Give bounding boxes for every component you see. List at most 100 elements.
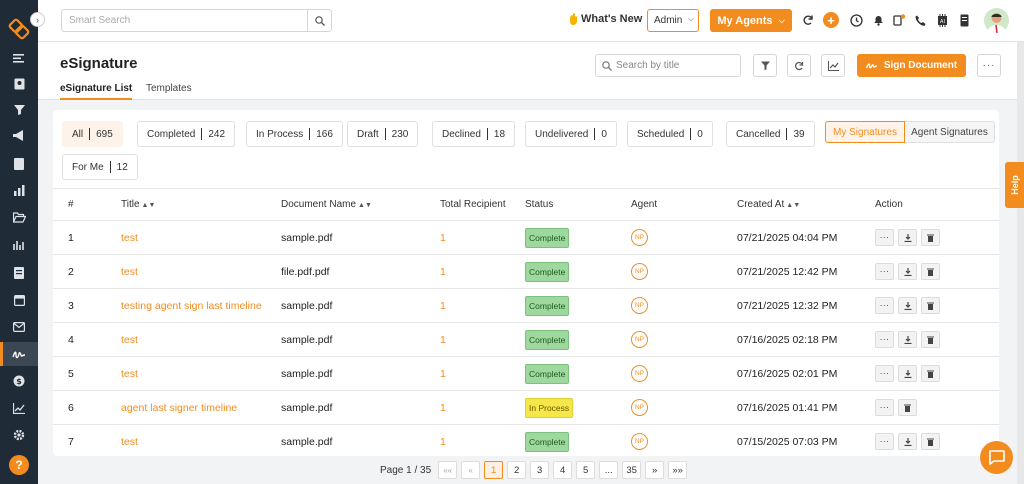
- delete-button[interactable]: [898, 399, 917, 416]
- filter-button[interactable]: [753, 54, 777, 77]
- recipient-count-link[interactable]: 1: [440, 368, 446, 380]
- sidebar-item-esignature[interactable]: [0, 342, 38, 366]
- sidebar-item-billing[interactable]: $: [0, 369, 38, 393]
- filter-cancelled[interactable]: Cancelled 39: [726, 121, 815, 147]
- filter-completed[interactable]: Completed 242: [137, 121, 236, 147]
- sidebar-item-menu[interactable]: [0, 46, 38, 70]
- more-actions-button[interactable]: ···: [875, 331, 894, 348]
- column-title[interactable]: Title ▲▼: [121, 188, 281, 221]
- column-document-name[interactable]: Document Name ▲▼: [281, 188, 440, 221]
- sidebar-collapse-button[interactable]: ›: [30, 12, 45, 27]
- scrollbar[interactable]: [1017, 42, 1024, 484]
- agent-avatar[interactable]: NP: [631, 433, 648, 450]
- help-tab[interactable]: Help: [1005, 162, 1024, 208]
- title-link[interactable]: test: [121, 266, 138, 278]
- filter-in-process[interactable]: In Process 166: [246, 121, 343, 147]
- delete-button[interactable]: [921, 433, 940, 450]
- delete-button[interactable]: [921, 263, 940, 280]
- filter-scheduled[interactable]: Scheduled 0: [627, 121, 713, 147]
- user-avatar[interactable]: [984, 8, 1009, 33]
- sidebar-item-documents[interactable]: [0, 152, 38, 176]
- page-button[interactable]: 5: [576, 461, 596, 479]
- more-actions-button[interactable]: ···: [875, 297, 894, 314]
- download-button[interactable]: [898, 229, 917, 246]
- help-icon[interactable]: ?: [9, 455, 29, 475]
- device-icon[interactable]: [956, 12, 972, 28]
- agent-avatar[interactable]: NP: [631, 399, 648, 416]
- filter-all[interactable]: All 695: [62, 121, 123, 147]
- add-icon[interactable]: +: [823, 12, 839, 28]
- sidebar-item-campaigns[interactable]: [0, 123, 38, 147]
- tab-esignature-list[interactable]: eSignature List: [60, 83, 133, 100]
- logout-icon[interactable]: [891, 12, 907, 28]
- more-actions-button[interactable]: ···: [875, 433, 894, 450]
- agent-signatures-toggle[interactable]: Agent Signatures: [905, 121, 995, 143]
- clock-icon[interactable]: [848, 12, 864, 28]
- filter-declined[interactable]: Declined 18: [432, 121, 516, 147]
- delete-button[interactable]: [921, 229, 940, 246]
- role-select[interactable]: Admin ⌵: [647, 9, 699, 32]
- column-created-at[interactable]: Created At ▲▼: [737, 188, 875, 221]
- my-agents-button[interactable]: My Agents ⌵: [710, 9, 792, 32]
- download-button[interactable]: [898, 365, 917, 382]
- download-button[interactable]: [898, 433, 917, 450]
- sidebar-item-filter[interactable]: [0, 97, 38, 121]
- page-button[interactable]: 2: [507, 461, 527, 479]
- more-actions-button[interactable]: ···: [875, 365, 894, 382]
- download-button[interactable]: [898, 297, 917, 314]
- delete-button[interactable]: [921, 297, 940, 314]
- title-link[interactable]: test: [121, 436, 138, 448]
- title-link[interactable]: test: [121, 334, 138, 346]
- sidebar-item-forms[interactable]: [0, 261, 38, 285]
- tab-templates[interactable]: Templates: [146, 83, 192, 98]
- whats-new-link[interactable]: What's New: [568, 13, 642, 25]
- smart-search-input[interactable]: [62, 10, 302, 31]
- sidebar-item-trends[interactable]: [0, 396, 38, 420]
- filter-undelivered[interactable]: Undelivered 0: [525, 121, 617, 147]
- refresh-button[interactable]: [787, 54, 811, 77]
- refresh-icon[interactable]: [800, 12, 816, 28]
- ai-chip-icon[interactable]: AI: [934, 12, 950, 28]
- delete-button[interactable]: [921, 365, 940, 382]
- recipient-count-link[interactable]: 1: [440, 232, 446, 244]
- next-page-button[interactable]: »: [645, 461, 665, 479]
- my-signatures-toggle[interactable]: My Signatures: [825, 121, 905, 143]
- more-actions-button[interactable]: ···: [875, 229, 894, 246]
- filter-draft[interactable]: Draft 230: [347, 121, 419, 147]
- more-actions-button[interactable]: ···: [875, 263, 894, 280]
- filter-for-me[interactable]: For Me 12: [62, 154, 138, 180]
- sidebar-item-settings[interactable]: [0, 423, 38, 447]
- sidebar-item-mail[interactable]: [0, 315, 38, 339]
- more-options-button[interactable]: ···: [977, 54, 1001, 77]
- recipient-count-link[interactable]: 1: [440, 266, 446, 278]
- title-link[interactable]: testing agent sign last timeline: [121, 300, 262, 312]
- agent-avatar[interactable]: NP: [631, 263, 648, 280]
- title-link[interactable]: test: [121, 232, 138, 244]
- page-button[interactable]: 4: [553, 461, 573, 479]
- more-actions-button[interactable]: ···: [875, 399, 894, 416]
- page-button[interactable]: 1: [484, 461, 504, 479]
- sign-document-button[interactable]: Sign Document: [857, 54, 966, 77]
- agent-avatar[interactable]: NP: [631, 297, 648, 314]
- download-button[interactable]: [898, 331, 917, 348]
- search-button[interactable]: [307, 10, 331, 31]
- phone-icon[interactable]: [912, 12, 928, 28]
- page-button[interactable]: 35: [622, 461, 642, 479]
- recipient-count-link[interactable]: 1: [440, 300, 446, 312]
- title-search-input[interactable]: [612, 60, 732, 71]
- agent-avatar[interactable]: NP: [631, 331, 648, 348]
- bell-icon[interactable]: [870, 12, 886, 28]
- brand-logo-icon[interactable]: [8, 18, 30, 40]
- last-page-button[interactable]: »»: [668, 461, 688, 479]
- delete-button[interactable]: [921, 331, 940, 348]
- agent-avatar[interactable]: NP: [631, 229, 648, 246]
- chat-button[interactable]: [980, 441, 1013, 474]
- sidebar-item-contacts[interactable]: [0, 72, 38, 96]
- sidebar-item-reports[interactable]: [0, 178, 38, 202]
- first-page-button[interactable]: ««: [438, 461, 458, 479]
- title-link[interactable]: agent last signer timeline: [121, 402, 237, 414]
- sidebar-item-folders[interactable]: [0, 205, 38, 229]
- recipient-count-link[interactable]: 1: [440, 436, 446, 448]
- recipient-count-link[interactable]: 1: [440, 402, 446, 414]
- sidebar-item-calendar[interactable]: [0, 288, 38, 312]
